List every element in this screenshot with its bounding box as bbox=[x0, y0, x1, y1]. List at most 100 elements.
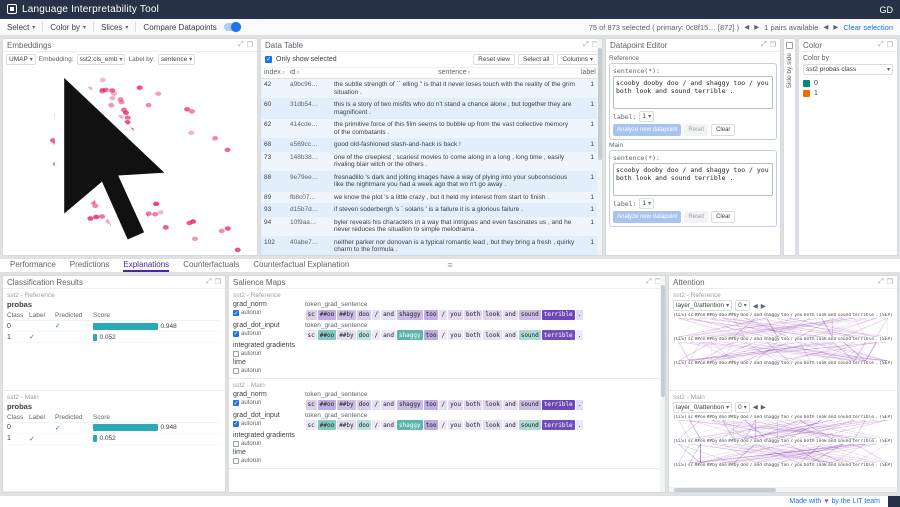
footer-team-link[interactable]: by the LIT team bbox=[831, 498, 880, 505]
analyze-new-datapoint-button[interactable]: Analyze new datapoint bbox=[613, 211, 681, 223]
search-icon[interactable]: ⌕ bbox=[296, 70, 299, 76]
column-header-index[interactable]: index⌕ bbox=[261, 69, 287, 77]
clear-selection-link[interactable]: Clear selection bbox=[843, 23, 893, 32]
prev-datapoint-icon[interactable]: ◀ bbox=[744, 23, 749, 31]
next-datapoint-icon[interactable]: ▶ bbox=[754, 23, 759, 31]
table-row[interactable]: 62414cde…the primitive force of this fil… bbox=[261, 119, 602, 139]
expand-icon[interactable]: ⤢ bbox=[206, 278, 212, 286]
autorun-checkbox[interactable]: ✓ bbox=[233, 400, 239, 406]
autorun-checkbox[interactable]: ✓ bbox=[233, 421, 239, 427]
slices-menu[interactable]: Slices▾ bbox=[101, 23, 128, 32]
salience-token-chip[interactable]: doo bbox=[357, 310, 372, 320]
salience-token-chip[interactable]: and bbox=[503, 420, 518, 430]
salience-scrollbar[interactable] bbox=[660, 276, 665, 492]
user-initials[interactable]: GD bbox=[880, 5, 894, 15]
tab-performance[interactable]: Performance bbox=[10, 259, 56, 272]
table-row[interactable]: 42a9bc96…the subtle strength of `` ellin… bbox=[261, 79, 602, 99]
salience-token-chip[interactable]: sound bbox=[519, 400, 541, 410]
autorun-checkbox[interactable] bbox=[233, 368, 239, 374]
table-row[interactable]: 6031db54…this is a story of two misfits … bbox=[261, 99, 602, 119]
salience-token-chip[interactable]: sc bbox=[306, 420, 317, 430]
attention-layer-select[interactable]: layer_0/attention ▾ bbox=[673, 300, 732, 311]
salience-token-chip[interactable]: / bbox=[439, 330, 447, 340]
prev-pair-icon[interactable]: ◀ bbox=[823, 23, 828, 31]
salience-token-chip[interactable]: and bbox=[381, 400, 396, 410]
autorun-checkbox[interactable] bbox=[233, 351, 239, 357]
salience-token-chip[interactable]: too bbox=[424, 330, 439, 340]
expand-icon[interactable]: ⤢ bbox=[761, 41, 767, 49]
salience-token-chip[interactable]: shaggy bbox=[397, 400, 423, 410]
reset-button[interactable]: Reset bbox=[684, 124, 708, 136]
salience-token-chip[interactable]: ##by bbox=[337, 420, 355, 430]
analyze-new-datapoint-button[interactable]: Analyze new datapoint bbox=[613, 124, 681, 136]
salience-token-chip[interactable]: . bbox=[576, 310, 584, 320]
umap-scatterplot[interactable] bbox=[3, 67, 257, 255]
scrollbar-thumb[interactable] bbox=[661, 285, 665, 397]
only-show-selected-checkbox[interactable]: ✓ bbox=[265, 56, 272, 63]
table-row[interactable]: 68e569cc…good old-fashioned slash-and-ha… bbox=[261, 139, 602, 152]
salience-token-chip[interactable]: and bbox=[381, 420, 396, 430]
search-icon[interactable]: ⌕ bbox=[468, 70, 471, 76]
salience-token-chip[interactable]: both bbox=[464, 400, 482, 410]
salience-token-chip[interactable]: both bbox=[464, 310, 482, 320]
salience-token-chip[interactable]: ##oo bbox=[318, 420, 336, 430]
column-header-sentence[interactable]: sentence⌕ bbox=[331, 69, 578, 77]
salience-token-chip[interactable]: shaggy bbox=[397, 330, 423, 340]
salience-token-chip[interactable]: / bbox=[439, 310, 447, 320]
salience-token-chip[interactable]: sc bbox=[306, 310, 317, 320]
select-menu[interactable]: Select▾ bbox=[7, 23, 35, 32]
salience-token-chip[interactable]: and bbox=[503, 400, 518, 410]
color-by-select[interactable]: sst2 probas class▾ bbox=[803, 64, 893, 75]
clear-button[interactable]: Clear bbox=[711, 211, 735, 223]
salience-token-chip[interactable]: sound bbox=[519, 330, 541, 340]
salience-token-chip[interactable]: look bbox=[483, 420, 501, 430]
salience-token-chip[interactable]: doo bbox=[357, 400, 372, 410]
salience-token-chip[interactable]: / bbox=[439, 420, 447, 430]
columns-button[interactable]: Columns▾ bbox=[557, 54, 598, 65]
color-by-menu[interactable]: Color by▾ bbox=[50, 23, 86, 32]
salience-token-chip[interactable]: sound bbox=[519, 310, 541, 320]
salience-token-chip[interactable]: too bbox=[424, 420, 439, 430]
salience-token-chip[interactable]: look bbox=[483, 400, 501, 410]
salience-token-chip[interactable]: look bbox=[483, 330, 501, 340]
salience-token-chip[interactable]: sc bbox=[306, 330, 317, 340]
salience-token-chip[interactable]: doo bbox=[357, 330, 372, 340]
expand-icon[interactable]: ⤢ bbox=[646, 278, 652, 286]
salience-token-chip[interactable]: and bbox=[503, 310, 518, 320]
salience-token-chip[interactable]: ##by bbox=[337, 330, 355, 340]
side-by-side-toggle[interactable] bbox=[786, 42, 793, 49]
salience-token-chip[interactable]: both bbox=[464, 420, 482, 430]
salience-token-chip[interactable]: you bbox=[448, 420, 463, 430]
projector-select[interactable]: UMAP▾ bbox=[6, 54, 36, 65]
expand-icon[interactable]: ⤢ bbox=[238, 41, 244, 49]
attention-head-select[interactable]: 0 ▾ bbox=[735, 300, 750, 311]
attention-head-select[interactable]: 0 ▾ bbox=[735, 402, 750, 413]
salience-token-chip[interactable]: / bbox=[372, 400, 380, 410]
salience-token-chip[interactable]: ##by bbox=[337, 310, 355, 320]
table-row[interactable]: 889e79ee…fresnadillo 's dark and jolting… bbox=[261, 172, 602, 192]
reset-view-button[interactable]: Reset view bbox=[473, 54, 515, 65]
panel-drag-handle-icon[interactable]: ≡ bbox=[447, 260, 452, 270]
table-row[interactable]: 73148b38…one of the creepiest , scariest… bbox=[261, 152, 602, 172]
expand-icon[interactable]: ⤢ bbox=[878, 278, 884, 286]
autorun-checkbox[interactable] bbox=[233, 441, 239, 447]
salience-token-chip[interactable]: and bbox=[503, 330, 518, 340]
salience-token-chip[interactable]: and bbox=[381, 330, 396, 340]
salience-token-chip[interactable]: too bbox=[424, 310, 439, 320]
salience-token-chip[interactable]: . bbox=[576, 400, 584, 410]
autorun-checkbox[interactable]: ✓ bbox=[233, 310, 239, 316]
scrollbar-thumb[interactable] bbox=[674, 488, 777, 492]
salience-token-chip[interactable]: . bbox=[576, 330, 584, 340]
expand-icon[interactable]: ⤢ bbox=[878, 41, 884, 49]
expand-icon[interactable]: ⤢ bbox=[583, 41, 589, 49]
salience-token-chip[interactable]: / bbox=[372, 420, 380, 430]
tab-predictions[interactable]: Predictions bbox=[70, 259, 110, 272]
table-scrollbar[interactable] bbox=[597, 39, 602, 255]
sentence-textarea[interactable]: scooby dooby doo / and shaggy too / you … bbox=[613, 163, 773, 196]
salience-token-chip[interactable]: shaggy bbox=[397, 420, 423, 430]
salience-token-chip[interactable]: terrible bbox=[542, 400, 575, 410]
salience-token-chip[interactable]: sc bbox=[306, 400, 317, 410]
salience-token-chip[interactable]: too bbox=[424, 400, 439, 410]
table-row[interactable]: 93d15b7d…if steven soderbergh 's ` solar… bbox=[261, 204, 602, 217]
column-header-id[interactable]: id⌕ bbox=[287, 69, 331, 77]
